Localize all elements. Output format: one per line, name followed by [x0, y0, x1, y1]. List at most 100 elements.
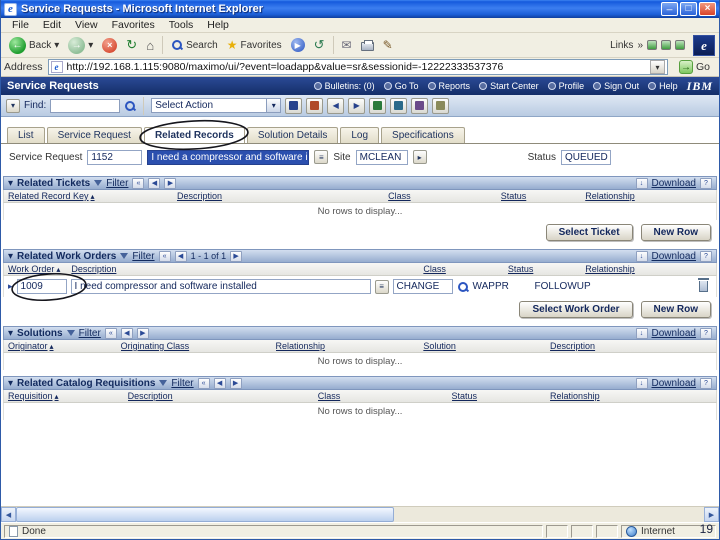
attachments-button[interactable] [432, 97, 450, 114]
column-class[interactable]: Class [388, 191, 501, 201]
long-description-button[interactable] [314, 150, 329, 164]
links-chevron-icon[interactable] [637, 40, 643, 51]
row-detail-toggle-icon[interactable] [8, 281, 13, 292]
next-page-icon[interactable] [136, 327, 149, 339]
download-icon[interactable] [635, 250, 648, 262]
new-row-button[interactable]: New Row [640, 301, 711, 318]
maximize-button[interactable] [680, 2, 697, 16]
address-dropdown-icon[interactable] [649, 60, 665, 74]
tab-solution-details[interactable]: Solution Details [246, 127, 339, 143]
column-status[interactable]: Status [452, 391, 551, 401]
tab-service-request[interactable]: Service Request [46, 127, 142, 143]
forward-dropdown-icon[interactable] [88, 40, 93, 51]
column-relationship[interactable]: Relationship [550, 391, 712, 401]
tab-related-records[interactable]: Related Records [143, 127, 245, 143]
menu-favorites[interactable]: Favorites [105, 19, 162, 31]
profile-link[interactable]: Profile [547, 81, 584, 91]
column-class[interactable]: Class [423, 264, 507, 274]
site-field[interactable]: MCLEAN [355, 149, 408, 165]
menu-help[interactable]: Help [200, 19, 236, 31]
column-relationship[interactable]: Relationship [585, 191, 712, 201]
column-relationship[interactable]: Relationship [585, 264, 684, 274]
link-item-icon[interactable] [647, 40, 657, 50]
column-description[interactable]: Description [128, 391, 318, 401]
link-item-icon[interactable] [661, 40, 671, 50]
stop-button[interactable] [98, 37, 121, 54]
select-work-order-button[interactable]: Select Work Order [519, 301, 633, 318]
filter-link[interactable]: Filter [171, 378, 193, 389]
save-button[interactable] [285, 97, 303, 114]
column-solution[interactable]: Solution [423, 341, 550, 351]
print-button[interactable] [357, 38, 378, 52]
sign-out-link[interactable]: Sign Out [593, 81, 639, 91]
filter-collapse-icon[interactable] [197, 377, 210, 389]
column-description[interactable]: Description [550, 341, 712, 351]
tab-specifications[interactable]: Specifications [381, 127, 465, 143]
next-page-icon[interactable] [229, 377, 242, 389]
history-button[interactable] [310, 36, 329, 54]
column-class[interactable]: Class [318, 391, 452, 401]
download-link[interactable]: Download [652, 251, 696, 262]
tab-list[interactable]: List [7, 127, 45, 143]
search-button[interactable]: Search [167, 38, 222, 52]
find-search-icon[interactable] [124, 100, 136, 112]
previous-page-icon[interactable] [213, 377, 226, 389]
change-status-button[interactable] [369, 97, 387, 114]
download-link[interactable]: Download [652, 178, 696, 189]
close-button[interactable] [699, 2, 716, 16]
select-ticket-button[interactable]: Select Ticket [545, 224, 633, 241]
download-icon[interactable] [635, 377, 648, 389]
column-status[interactable]: Status [501, 191, 585, 201]
go-button[interactable]: Go [673, 60, 716, 74]
next-page-icon[interactable] [164, 177, 177, 189]
help-link[interactable]: Help [648, 81, 678, 91]
help-icon[interactable] [700, 327, 712, 339]
filter-icon[interactable] [94, 180, 103, 186]
collapse-icon[interactable] [8, 328, 13, 339]
menu-file[interactable]: File [5, 19, 36, 31]
column-related-record-key[interactable]: Related Record Key [8, 191, 177, 201]
filter-icon[interactable] [159, 380, 168, 386]
help-icon[interactable] [700, 377, 712, 389]
address-input[interactable]: e http://192.168.1.115:9080/maximo/ui/?e… [47, 59, 668, 75]
collapse-icon[interactable] [8, 251, 13, 262]
goto-link[interactable]: Go To [383, 81, 419, 91]
download-link[interactable]: Download [652, 378, 696, 389]
help-icon[interactable] [700, 250, 712, 262]
menu-tools[interactable]: Tools [162, 19, 201, 31]
filter-collapse-icon[interactable] [132, 177, 145, 189]
scroll-right-icon[interactable] [704, 507, 719, 522]
next-page-icon[interactable] [230, 250, 243, 262]
select-action-dropdown[interactable]: Select Action [151, 98, 282, 113]
download-link[interactable]: Download [652, 328, 696, 339]
status-field[interactable]: QUEUED [560, 149, 611, 165]
column-originator[interactable]: Originator [8, 341, 121, 351]
site-detail-menu-icon[interactable] [412, 150, 427, 164]
tab-log[interactable]: Log [340, 127, 380, 143]
scrollbar-thumb[interactable] [16, 507, 395, 522]
filter-icon[interactable] [120, 253, 129, 259]
delete-row-icon[interactable] [698, 278, 709, 292]
back-button[interactable]: Back [5, 36, 63, 55]
filter-icon[interactable] [66, 330, 75, 336]
previous-page-icon[interactable] [148, 177, 161, 189]
menu-edit[interactable]: Edit [36, 19, 68, 31]
process-flow-button[interactable] [411, 97, 429, 114]
column-description[interactable]: Description [71, 264, 423, 274]
horizontal-scrollbar[interactable] [1, 506, 719, 522]
filter-link[interactable]: Filter [106, 178, 128, 189]
filter-collapse-icon[interactable] [104, 327, 117, 339]
back-dropdown-icon[interactable] [54, 40, 59, 51]
find-input[interactable] [50, 98, 121, 113]
menu-view[interactable]: View [68, 19, 105, 31]
long-description-button[interactable] [374, 279, 389, 294]
home-button[interactable] [142, 37, 158, 54]
filter-collapse-icon[interactable] [158, 250, 171, 262]
summary-field[interactable]: I need a compressor and software install… [147, 149, 310, 165]
scrollbar-track[interactable] [16, 507, 704, 522]
column-originating-class[interactable]: Originating Class [121, 341, 276, 351]
create-kpi-button[interactable] [390, 97, 408, 114]
service-request-field[interactable]: 1152 [87, 149, 143, 165]
media-button[interactable] [287, 37, 309, 53]
previous-page-icon[interactable] [120, 327, 133, 339]
